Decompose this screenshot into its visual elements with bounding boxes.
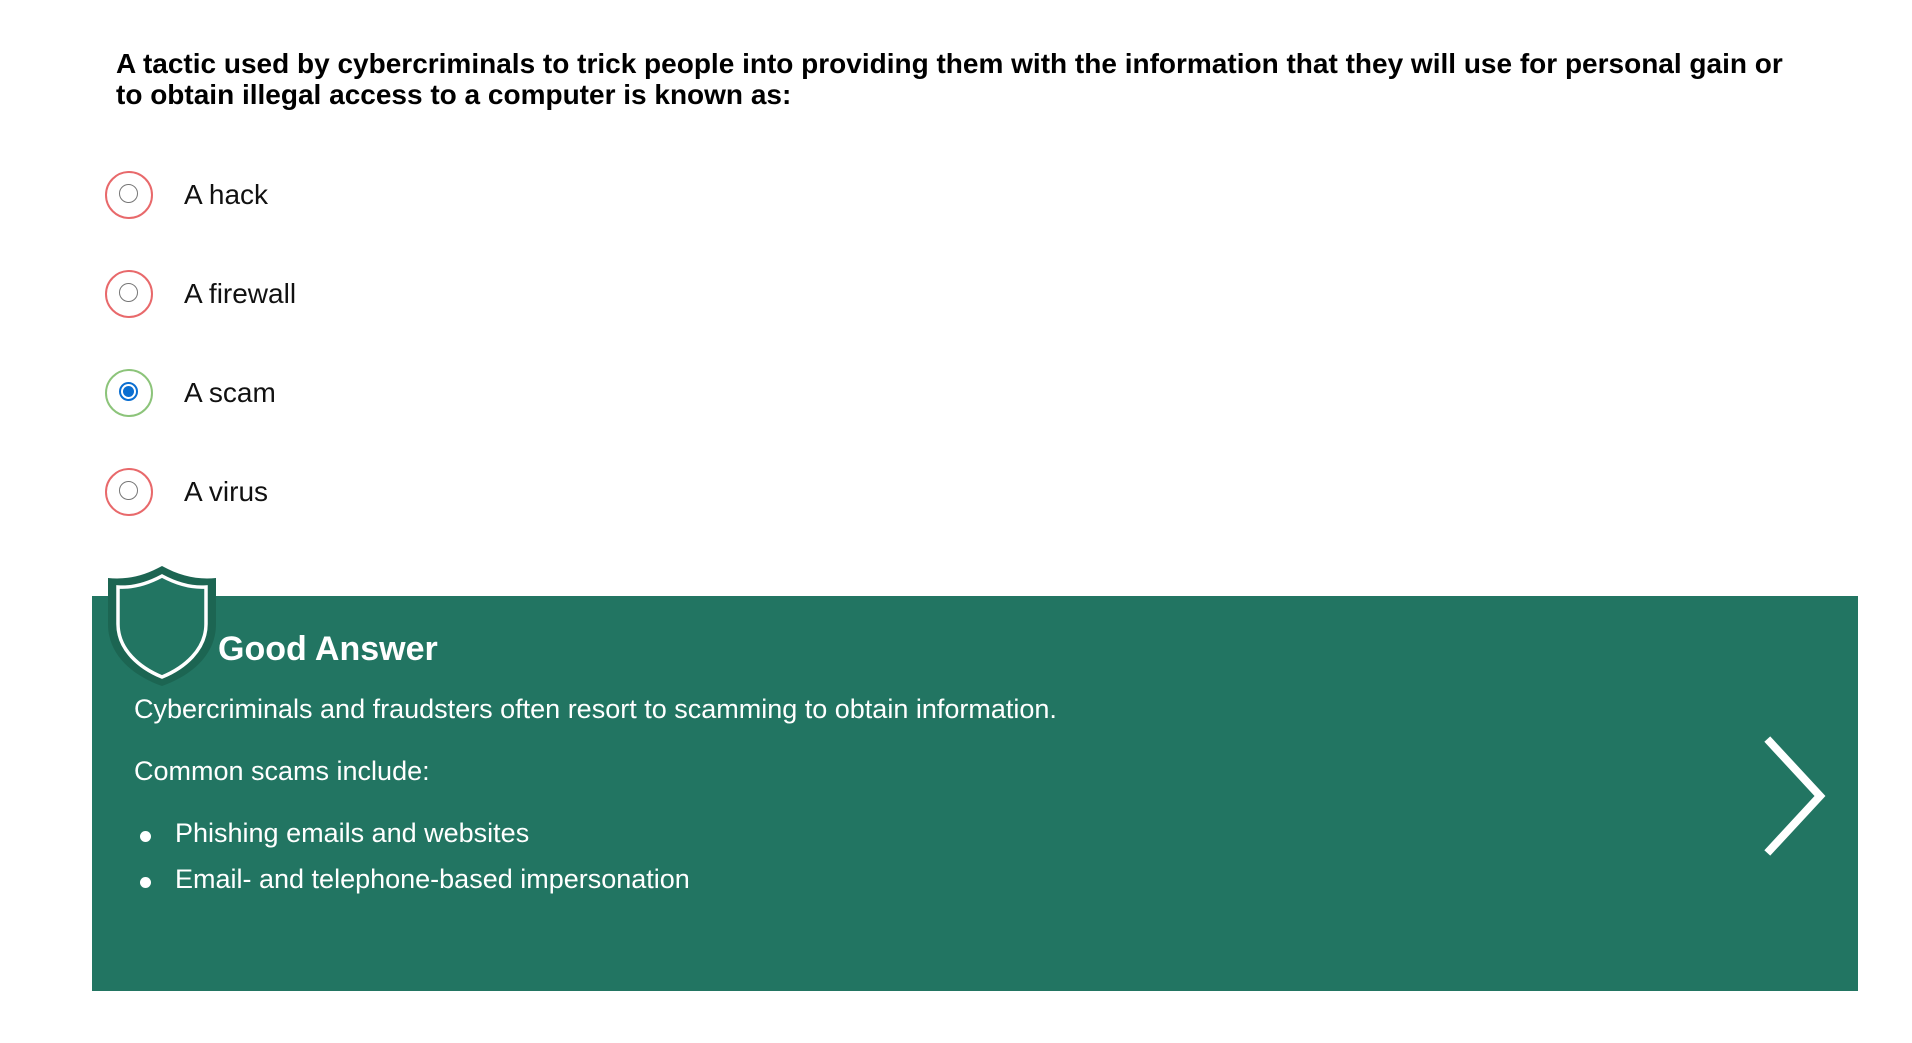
shield-icon [108, 566, 216, 686]
feedback-subtitle: Common scams include: [134, 756, 430, 786]
radio-button[interactable] [118, 183, 138, 203]
feedback-list: Phishing emails and websites Email- and … [134, 818, 690, 910]
option-a-hack[interactable]: A hack [105, 168, 296, 222]
wrong-answer-ring [105, 171, 153, 219]
radio-button[interactable] [118, 282, 138, 302]
wrong-answer-ring [105, 270, 153, 318]
radio-button-checked[interactable] [118, 381, 138, 401]
option-label: A virus [184, 476, 269, 507]
correct-answer-ring [105, 369, 153, 417]
quiz-page: A tactic used by cybercriminals to trick… [0, 0, 1912, 1043]
feedback-title: Good Answer [218, 630, 438, 668]
list-item: Phishing emails and websites [134, 818, 690, 849]
chevron-right-icon[interactable] [1764, 736, 1828, 856]
option-label: A firewall [184, 278, 297, 309]
option-label: A scam [184, 377, 276, 408]
list-item: Email- and telephone-based impersonation [134, 864, 690, 895]
radio-button[interactable] [118, 480, 138, 500]
option-a-scam[interactable]: A scam [105, 366, 296, 420]
option-a-virus[interactable]: A virus [105, 465, 296, 519]
option-label: A hack [184, 179, 269, 210]
wrong-answer-ring [105, 468, 153, 516]
question-text: A tactic used by cybercriminals to trick… [116, 48, 1783, 110]
feedback-panel: Good Answer Cybercriminals and fraudster… [92, 596, 1858, 991]
answer-options: A hack A firewall A scam A virus [105, 168, 296, 564]
option-a-firewall[interactable]: A firewall [105, 267, 296, 321]
feedback-text: Cybercriminals and fraudsters often reso… [134, 694, 1057, 724]
